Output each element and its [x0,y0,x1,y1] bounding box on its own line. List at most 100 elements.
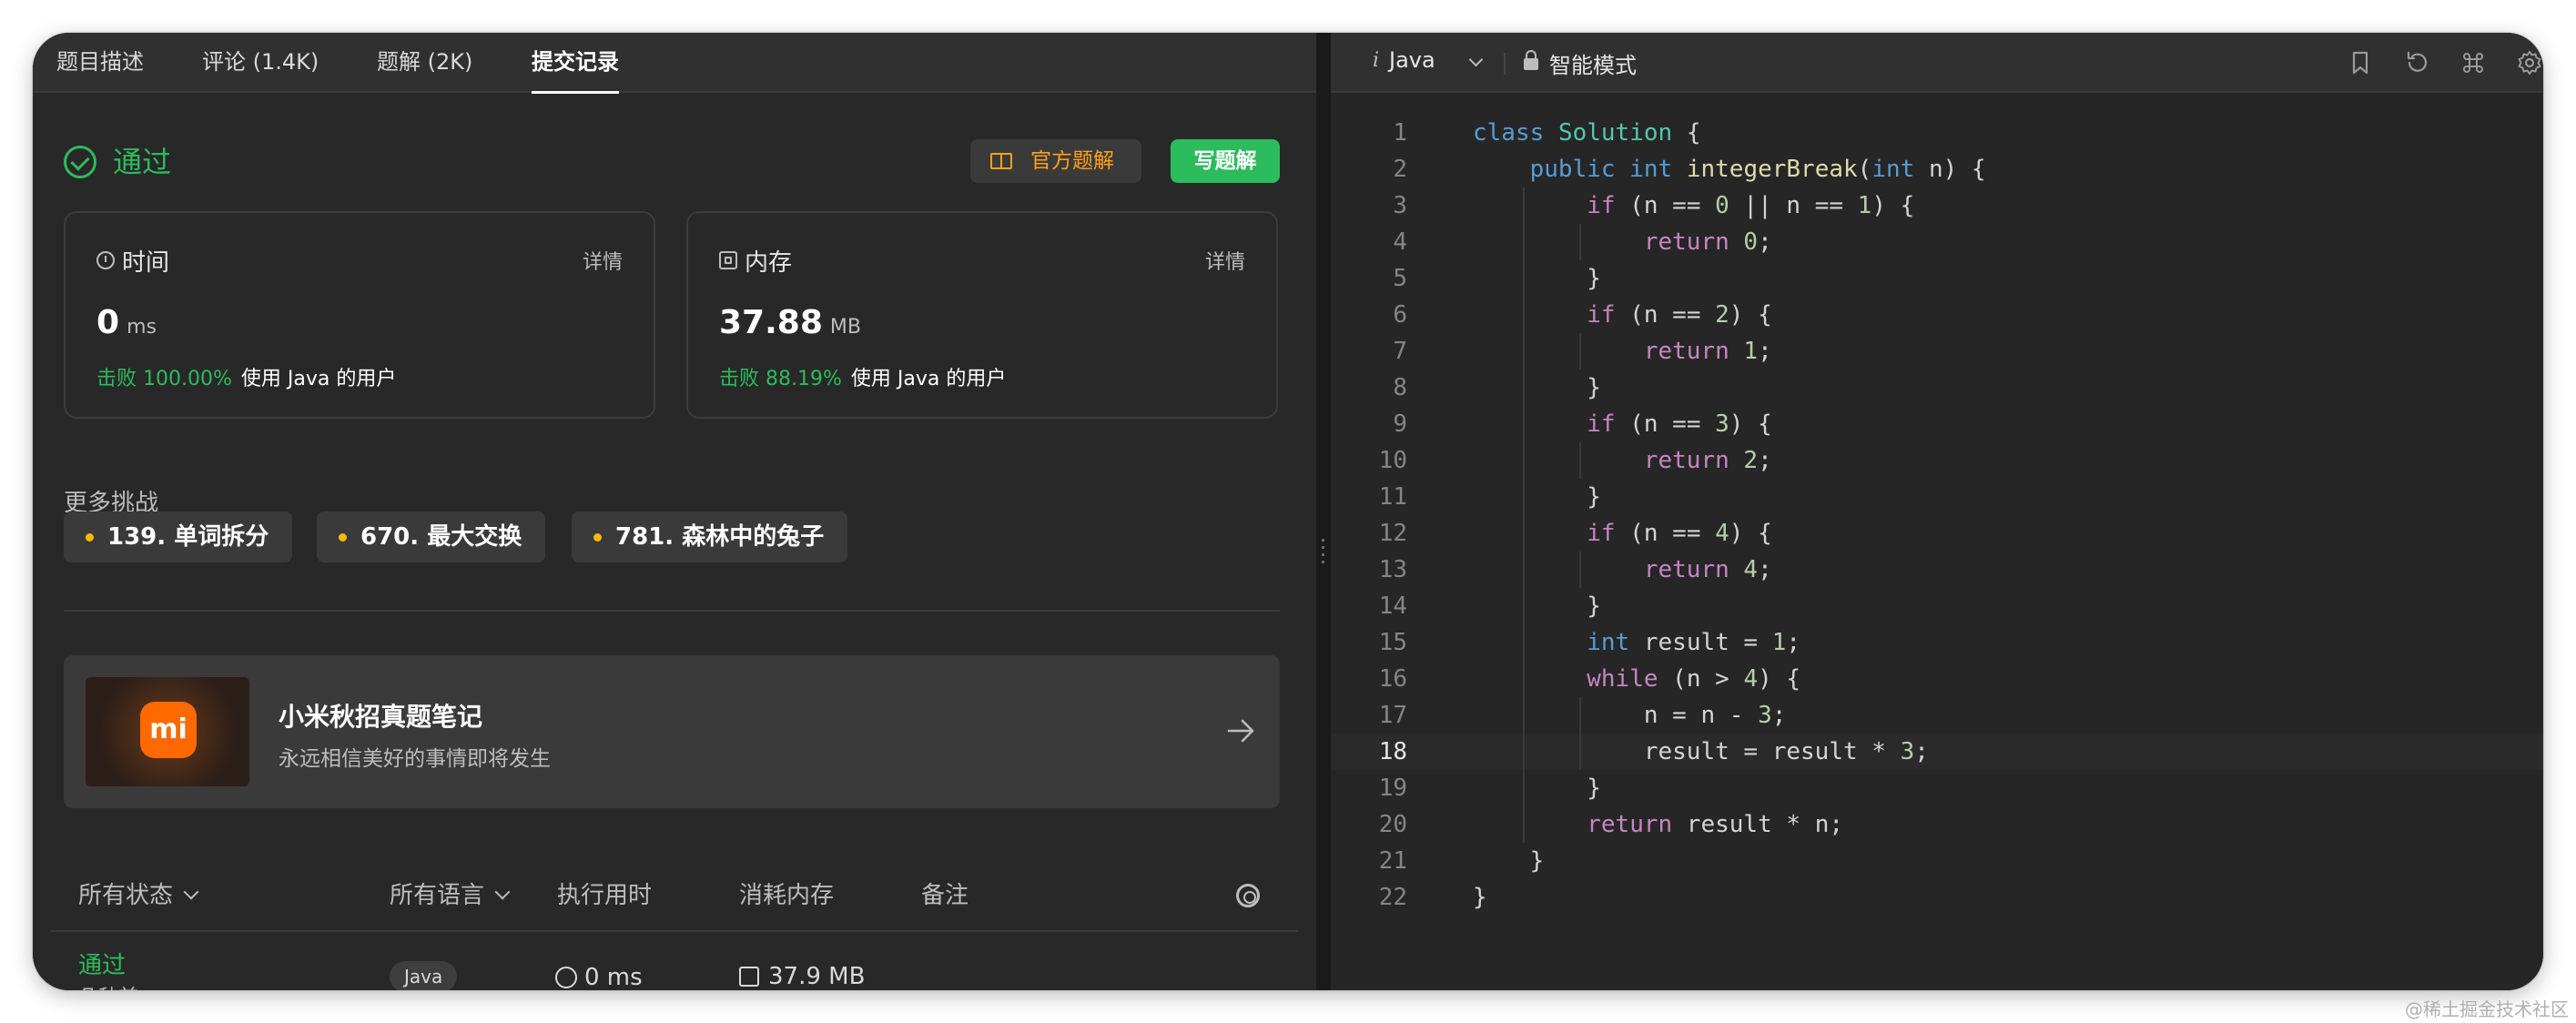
line-number: 7 [1393,338,1407,365]
language-filter[interactable]: 所有语言 [390,872,511,919]
code-text: } [1473,593,1601,620]
code-line[interactable]: 21 } [1331,843,2543,879]
gear-icon[interactable] [2516,49,2543,76]
gear-icon[interactable] [1236,884,1260,907]
code-line[interactable]: 16 while (n > 4) { [1331,661,2543,697]
indent-guide [1579,333,1582,370]
code-text: } [1473,884,1487,911]
code-text: return 1; [1643,338,1772,365]
command-icon[interactable] [2459,49,2487,76]
line-number: 14 [1378,593,1407,620]
challenge-item[interactable]: 781. 森林中的兔子 [572,512,848,562]
book-icon [990,153,1012,169]
language-select[interactable]: Java [1389,47,1435,73]
code-text: return 4; [1643,556,1772,583]
info-icon: i [1373,49,1380,72]
row-runtime: 0 ms [555,963,643,990]
memory-header: 消耗内存 [739,882,835,909]
runtime-number: 0 [96,304,120,341]
promo-banner[interactable]: mi 小米秋招真题笔记 永远相信美好的事情即将发生 [64,655,1280,808]
write-solution-button[interactable]: 写题解 [1171,139,1280,183]
official-solution-button[interactable]: 官方题解 [970,139,1141,183]
panel-splitter[interactable] [1316,33,1331,990]
challenge-item[interactable]: 139. 单词拆分 [64,512,293,562]
code-line[interactable]: 15 int result = 1; [1331,624,2543,661]
code-line[interactable]: 12 if (n == 4) { [1331,515,2543,552]
memory-detail-link[interactable]: 详情 [1205,246,1245,275]
code-text: return 0; [1643,228,1772,256]
row-runtime-value: 0 ms [584,964,643,990]
code-line[interactable]: 4 return 0; [1331,224,2543,260]
reset-icon[interactable] [2403,49,2430,76]
code-line[interactable]: 1 class Solution { [1331,115,2543,151]
memory-beat: 击败 88.19% 使用 Java 的用户 [719,362,1006,391]
challenge-item[interactable]: 670. 最大交换 [317,512,546,562]
code-line[interactable]: 13 return 4; [1331,552,2543,588]
code-line[interactable]: 20 return result * n; [1331,806,2543,843]
code-editor-panel: i Java 智能模式 1 class Solution {2 public in… [1331,33,2543,990]
row-memory: 37.9 MB [739,963,865,990]
line-number: 20 [1378,811,1407,838]
runtime-header: 执行用时 [557,882,653,909]
status-filter-label: 所有状态 [78,882,174,909]
status-text: 通过 [113,145,172,179]
code-line[interactable]: 3 if (n == 0 || n == 1) { [1331,187,2543,224]
code-text: class Solution { [1473,119,1701,147]
code-line[interactable]: 14 } [1331,588,2543,624]
line-number: 17 [1378,702,1407,729]
toolbar-separator [1504,53,1506,75]
code-line[interactable]: 17 n = n - 3; [1331,697,2543,734]
code-text: if (n == 3) { [1587,410,1772,438]
code-line[interactable]: 10 return 2; [1331,442,2543,479]
line-number: 12 [1378,520,1407,547]
tab-submissions[interactable]: 提交记录 [532,33,619,94]
check-circle-icon [64,146,96,178]
line-number: 5 [1393,265,1407,292]
memory-beat-percent: 击败 88.19% [719,368,842,390]
runtime-title: 时间 [122,249,170,277]
tab-comments[interactable]: 评论 (1.4K) [202,33,319,93]
line-number: 9 [1393,410,1407,438]
code-text: } [1473,847,1545,875]
panel-tabs: 题目描述 评论 (1.4K) 题解 (2K) 提交记录 [33,33,1316,94]
bookmark-icon[interactable] [2347,49,2374,76]
code-line[interactable]: 11 } [1331,479,2543,515]
code-text: } [1473,374,1601,401]
code-text: } [1473,483,1601,511]
line-number: 2 [1393,156,1407,183]
memory-value: 37.88 MB [719,304,861,341]
mode-toggle[interactable]: 智能模式 [1549,47,1637,79]
code-line[interactable]: 18 result = result * 3; [1331,734,2543,770]
tab-solutions[interactable]: 题解 (2K) [377,33,472,93]
indent-guide [1579,552,1582,588]
code-line[interactable]: 19 } [1331,770,2543,806]
notes-header: 备注 [921,882,969,909]
indent-guide [1522,187,1525,843]
code-line[interactable]: 2 public int integerBreak(int n) { [1331,151,2543,187]
runtime-beat-suffix: 使用 Java 的用户 [240,368,397,390]
status-filter[interactable]: 所有状态 [78,872,199,919]
memory-beat-suffix: 使用 Java 的用户 [850,368,1007,390]
tab-description[interactable]: 题目描述 [56,33,144,93]
code-text: return 2; [1643,447,1772,474]
code-line[interactable]: 8 } [1331,370,2543,406]
banner-title: 小米秋招真题笔记 [279,702,483,732]
line-number: 22 [1378,884,1407,911]
code-text: n = n - 3; [1473,702,1787,729]
submission-table-header: 所有状态 所有语言 执行用时 消耗内存 备注 [33,872,1316,919]
runtime-detail-link[interactable]: 详情 [583,246,623,275]
drag-handle-icon [1322,539,1324,566]
code-line[interactable]: 5 } [1331,260,2543,297]
indent-guide [1579,442,1582,479]
runtime-beat: 击败 100.00% 使用 Java 的用户 [96,362,396,391]
code-line[interactable]: 22} [1331,879,2543,916]
row-status[interactable]: 通过 [78,947,126,980]
runtime-beat-percent: 击败 100.00% [96,368,232,390]
code-line[interactable]: 9 if (n == 3) { [1331,406,2543,442]
watermark: @稀土掘金技术社区 [2405,998,2569,1020]
code-line[interactable]: 6 if (n == 2) { [1331,297,2543,333]
code-line[interactable]: 7 return 1; [1331,333,2543,370]
table-row[interactable]: 通过 几秒前 Java 0 ms 37.9 MB [33,943,1316,990]
memory-card: 内存 详情 37.88 MB 击败 88.19% 使用 Java 的用户 [686,211,1278,419]
line-number: 16 [1378,665,1407,693]
